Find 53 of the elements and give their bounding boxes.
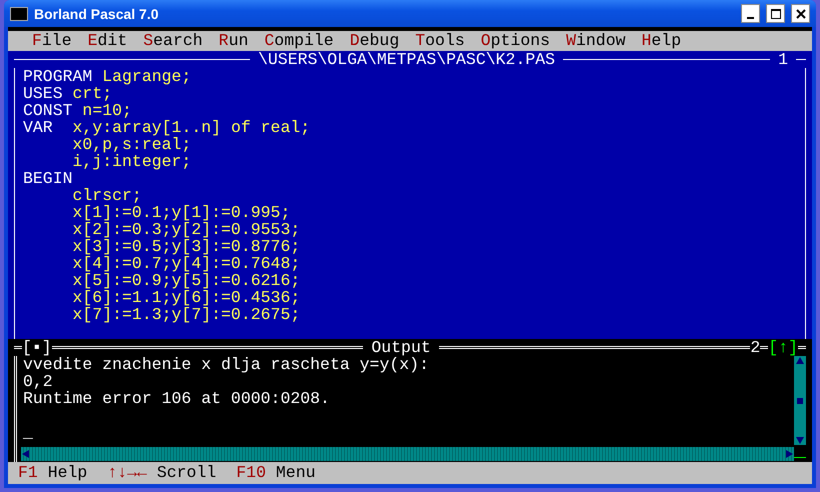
maximize-button[interactable] <box>766 4 785 23</box>
code-line: x[6]:=1.1;y[6]:=0.4536; <box>72 289 302 306</box>
close-box[interactable]: [▪] <box>22 339 52 356</box>
code-line: CONST n=10; <box>23 102 133 119</box>
file-path-title: \USERS\OLGA\METPAS\PASC\K2.PAS <box>257 51 556 68</box>
code-line: VAR x,y:array[1..n] of real; <box>23 119 312 136</box>
menu-item[interactable]: Search <box>135 31 211 51</box>
close-icon <box>796 8 806 18</box>
scroll-right-icon[interactable] <box>784 448 794 458</box>
code-line: clrscr; <box>72 187 143 204</box>
menu-item[interactable]: Edit <box>80 31 136 51</box>
output-title: Output <box>370 339 432 356</box>
scroll-thumb[interactable] <box>797 398 803 404</box>
vertical-scrollbar[interactable] <box>794 356 806 445</box>
menu-item[interactable]: Window <box>558 31 634 51</box>
menu-item[interactable]: Compile <box>256 31 342 51</box>
code-line: x[5]:=0.9;y[5]:=0.6216; <box>72 272 302 289</box>
maximize-icon <box>770 8 780 18</box>
zoom-box[interactable]: [↑] <box>768 339 798 356</box>
scroll-left-icon[interactable] <box>21 448 31 458</box>
status-hint[interactable]: ↑↓→← Scroll <box>107 462 216 484</box>
minimize-icon <box>747 16 754 18</box>
close-button[interactable] <box>791 4 810 23</box>
menu-item[interactable]: Run <box>210 31 256 51</box>
horizontal-scrollbar[interactable] <box>21 446 794 460</box>
window-number: 1 <box>777 51 789 68</box>
status-hint[interactable]: F1 Help <box>18 462 88 484</box>
console-icon <box>10 6 28 20</box>
menu-item[interactable]: File <box>24 31 80 51</box>
code-line: x[1]:=0.1;y[1]:=0.995; <box>72 204 292 221</box>
menu-item[interactable]: Tools <box>407 31 473 51</box>
window-title: Borland Pascal 7.0 <box>34 6 160 22</box>
window-number: 2 <box>750 339 760 356</box>
text-cursor: _ <box>23 423 33 442</box>
menu-item[interactable]: Help <box>634 31 690 51</box>
status-hint[interactable]: F10 Menu <box>236 462 316 484</box>
code-line: x[4]:=0.7;y[4]:=0.7648; <box>72 255 302 272</box>
output-line: vvedite znachenie x dlja rascheta y=y(x): <box>23 356 430 373</box>
code-line: USES crt; <box>23 85 112 102</box>
code-line: x0,p,s:real; <box>72 136 192 153</box>
output-line: Runtime error 106 at 0000:0208. <box>23 390 331 407</box>
code-line: x[3]:=0.5;y[3]:=0.8776; <box>72 238 302 255</box>
scroll-down-icon[interactable] <box>795 435 805 445</box>
menu-item[interactable]: Debug <box>342 31 408 51</box>
code-line: PROGRAM Lagrange; <box>23 68 192 85</box>
minimize-button[interactable] <box>741 4 760 23</box>
code-line: x[2]:=0.3;y[2]:=0.9553; <box>72 221 302 238</box>
code-line: i,j:integer; <box>72 153 192 170</box>
scroll-up-icon[interactable] <box>795 356 805 366</box>
menu-item[interactable]: Options <box>472 31 558 51</box>
code-line: BEGIN <box>23 170 74 187</box>
output-line: 0,2 <box>23 373 54 390</box>
code-line: x[7]:=1.3;y[7]:=0.2675; <box>72 306 302 323</box>
